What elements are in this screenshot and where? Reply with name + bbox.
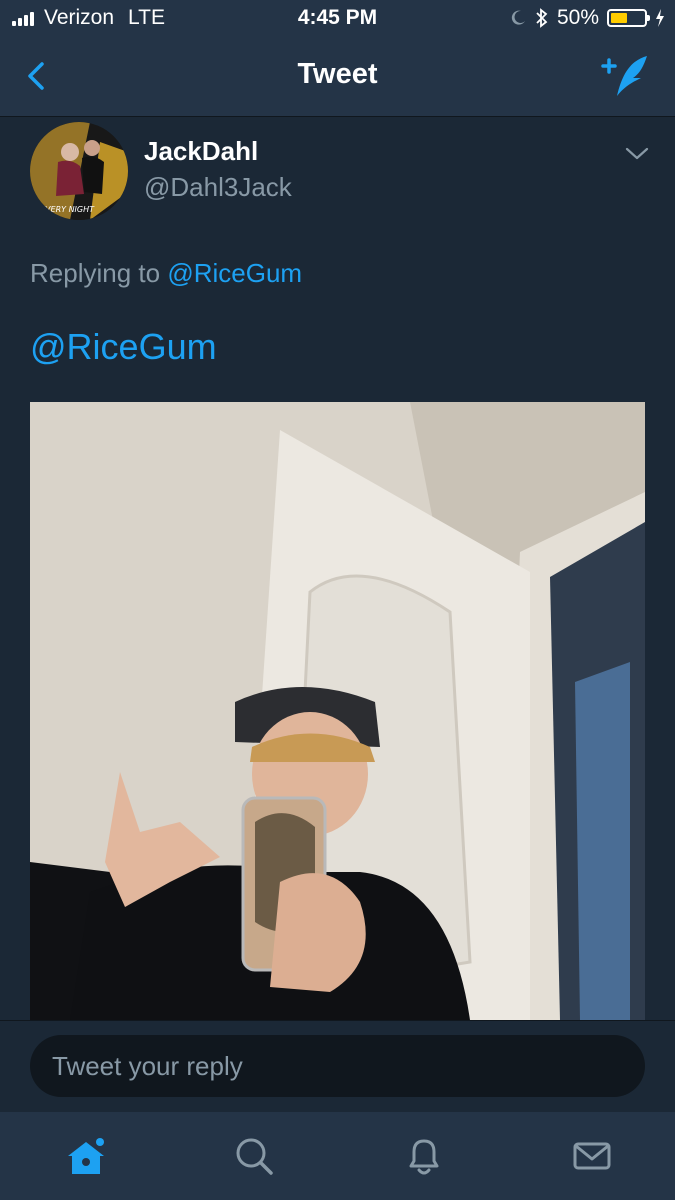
display-name[interactable]: JackDahl — [144, 136, 258, 167]
user-handle[interactable]: @Dahl3Jack — [144, 172, 292, 203]
status-right: 50% — [509, 6, 665, 30]
tab-bar — [0, 1112, 675, 1200]
replying-to-line: Replying to @RiceGum — [30, 258, 302, 289]
replying-prefix: Replying to — [30, 258, 161, 288]
bluetooth-icon — [536, 8, 548, 28]
avatar[interactable]: EVERY NIGHT — [30, 122, 128, 220]
tweet-photo[interactable] — [30, 402, 645, 1020]
compose-tweet-icon[interactable] — [599, 52, 651, 100]
charging-icon — [656, 9, 664, 27]
svg-text:EVERY NIGHT: EVERY NIGHT — [40, 205, 95, 214]
chevron-down-icon[interactable] — [624, 142, 650, 164]
status-bar: Verizon LTE 4:45 PM 50% — [0, 0, 675, 38]
replying-to-mention[interactable]: @RiceGum — [167, 258, 302, 288]
reply-input[interactable]: Tweet your reply — [30, 1035, 645, 1097]
search-icon[interactable] — [232, 1134, 276, 1178]
moon-icon — [511, 10, 525, 25]
reply-bar: Tweet your reply — [0, 1020, 675, 1113]
tweet-text[interactable]: @RiceGum — [30, 326, 217, 368]
notifications-bell-icon[interactable] — [402, 1134, 446, 1178]
messages-envelope-icon[interactable] — [570, 1134, 614, 1178]
nav-bar: Tweet — [0, 38, 675, 117]
battery-percent: 50% — [556, 6, 599, 29]
battery-icon — [607, 9, 650, 27]
page-title: Tweet — [297, 58, 378, 90]
home-icon[interactable] — [64, 1134, 108, 1178]
